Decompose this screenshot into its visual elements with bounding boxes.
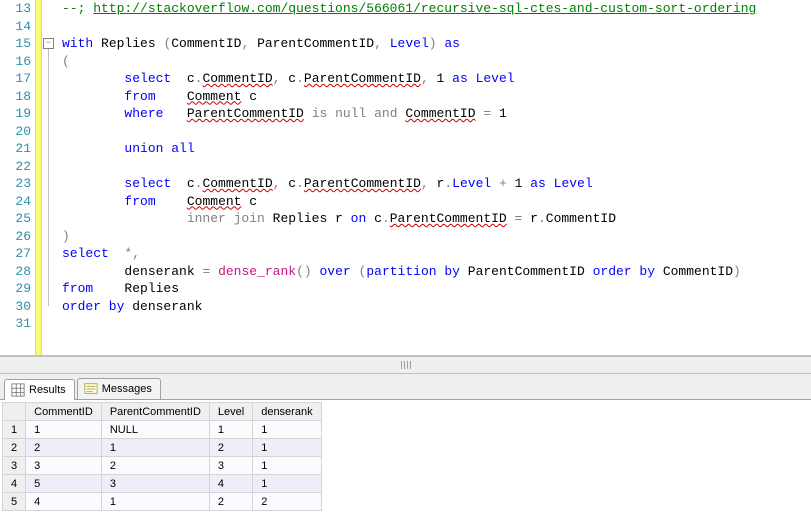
code-line[interactable]: union all [62, 140, 805, 158]
cell[interactable]: 1 [253, 421, 321, 439]
code-line[interactable]: with Replies (CommentID, ParentCommentID… [62, 35, 805, 53]
code-line[interactable] [62, 123, 805, 141]
row-header[interactable]: 2 [3, 439, 26, 457]
line-number: 24 [0, 193, 31, 211]
code-line[interactable]: select c.CommentID, c.ParentCommentID, r… [62, 175, 805, 193]
line-number: 17 [0, 70, 31, 88]
code-line[interactable]: select c.CommentID, c.ParentCommentID, 1… [62, 70, 805, 88]
results-tab-bar: Results Messages [0, 374, 811, 400]
cell[interactable]: 2 [26, 439, 102, 457]
cell[interactable]: 2 [209, 439, 252, 457]
column-header[interactable]: denserank [253, 403, 321, 421]
table-row[interactable]: 11NULL11 [3, 421, 322, 439]
grid-icon [11, 383, 25, 397]
horizontal-scrollbar[interactable] [0, 356, 811, 374]
line-number: 20 [0, 123, 31, 141]
cell[interactable]: 1 [253, 457, 321, 475]
grid-corner [3, 403, 26, 421]
code-area[interactable]: --; http://stackoverflow.com/questions/5… [56, 0, 811, 355]
code-line[interactable]: ) [62, 228, 805, 246]
cell[interactable]: 4 [26, 493, 102, 511]
cell[interactable]: 3 [26, 457, 102, 475]
comment-link[interactable]: http://stackoverflow.com/questions/56606… [93, 1, 756, 16]
results-grid-wrap: CommentIDParentCommentIDLeveldenserank 1… [0, 400, 811, 513]
code-line[interactable]: inner join Replies r on c.ParentCommentI… [62, 210, 805, 228]
line-number: 23 [0, 175, 31, 193]
tab-results[interactable]: Results [4, 379, 75, 400]
line-number: 31 [0, 315, 31, 333]
line-number-gutter: 13141516171819202122232425262728293031 [0, 0, 36, 355]
line-number: 15 [0, 35, 31, 53]
line-number: 22 [0, 158, 31, 176]
cell[interactable]: 1 [26, 421, 102, 439]
code-line[interactable]: where ParentCommentID is null and Commen… [62, 105, 805, 123]
code-line[interactable] [62, 18, 805, 36]
line-number: 13 [0, 0, 31, 18]
code-line[interactable]: from Comment c [62, 88, 805, 106]
cell[interactable]: 2 [253, 493, 321, 511]
line-number: 29 [0, 280, 31, 298]
line-number: 18 [0, 88, 31, 106]
code-line[interactable]: denserank = dense_rank() over (partition… [62, 263, 805, 281]
line-number: 19 [0, 105, 31, 123]
results-grid[interactable]: CommentIDParentCommentIDLeveldenserank 1… [2, 402, 322, 511]
tab-messages[interactable]: Messages [77, 378, 161, 399]
cell[interactable]: 1 [101, 493, 209, 511]
table-row[interactable]: 33231 [3, 457, 322, 475]
messages-icon [84, 382, 98, 396]
row-header[interactable]: 4 [3, 475, 26, 493]
line-number: 26 [0, 228, 31, 246]
table-row[interactable]: 22121 [3, 439, 322, 457]
row-header[interactable]: 3 [3, 457, 26, 475]
code-line[interactable] [62, 315, 805, 333]
table-row[interactable]: 45341 [3, 475, 322, 493]
line-number: 21 [0, 140, 31, 158]
column-header[interactable]: Level [209, 403, 252, 421]
code-line[interactable]: select *, [62, 245, 805, 263]
row-header[interactable]: 1 [3, 421, 26, 439]
column-header[interactable]: CommentID [26, 403, 102, 421]
table-row[interactable]: 54122 [3, 493, 322, 511]
scroll-grip-icon[interactable] [391, 361, 421, 369]
code-line[interactable]: ( [62, 53, 805, 71]
cell[interactable]: 1 [253, 475, 321, 493]
cell[interactable]: 2 [101, 457, 209, 475]
line-number: 27 [0, 245, 31, 263]
code-line[interactable]: from Comment c [62, 193, 805, 211]
results-pane: Results Messages CommentIDParentCommentI… [0, 374, 811, 513]
cell[interactable]: 3 [209, 457, 252, 475]
cell[interactable]: 2 [209, 493, 252, 511]
cell[interactable]: 1 [101, 439, 209, 457]
code-line[interactable] [62, 158, 805, 176]
line-number: 28 [0, 263, 31, 281]
cell[interactable]: 3 [101, 475, 209, 493]
cell[interactable]: 1 [253, 439, 321, 457]
column-header[interactable]: ParentCommentID [101, 403, 209, 421]
code-line[interactable]: --; http://stackoverflow.com/questions/5… [62, 0, 805, 18]
cell[interactable]: NULL [101, 421, 209, 439]
fold-strip: − [42, 0, 56, 355]
line-number: 16 [0, 53, 31, 71]
line-number: 30 [0, 298, 31, 316]
cell[interactable]: 1 [209, 421, 252, 439]
cell[interactable]: 4 [209, 475, 252, 493]
code-line[interactable]: order by denserank [62, 298, 805, 316]
fold-guide [48, 49, 49, 306]
tab-results-label: Results [29, 384, 66, 396]
sql-editor-pane[interactable]: 13141516171819202122232425262728293031 −… [0, 0, 811, 356]
row-header[interactable]: 5 [3, 493, 26, 511]
code-line[interactable]: from Replies [62, 280, 805, 298]
cell[interactable]: 5 [26, 475, 102, 493]
tab-messages-label: Messages [102, 383, 152, 395]
fold-toggle[interactable]: − [43, 38, 54, 49]
line-number: 25 [0, 210, 31, 228]
line-number: 14 [0, 18, 31, 36]
